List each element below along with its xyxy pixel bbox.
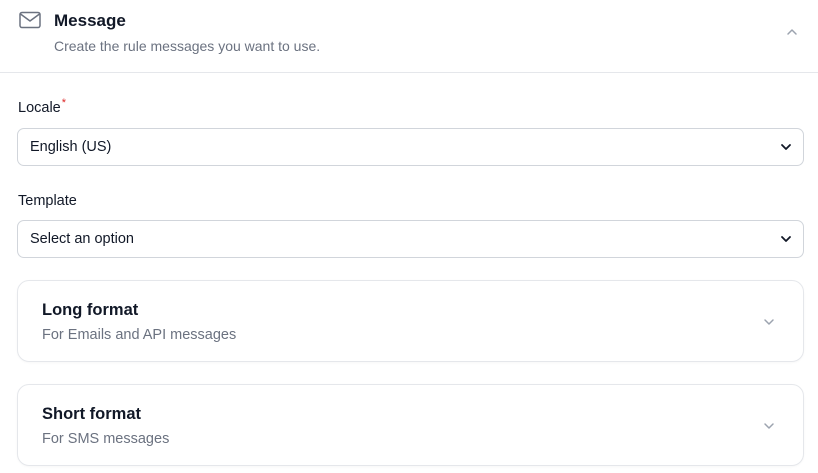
card-title: Long format xyxy=(42,301,139,319)
locale-label: Locale* xyxy=(18,97,67,116)
section-title: Message xyxy=(54,11,126,30)
chevron-down-icon[interactable] xyxy=(762,419,776,433)
locale-select-value: English (US) xyxy=(30,139,112,155)
chevron-down-icon xyxy=(779,232,793,246)
message-settings-page: Message Create the rule messages you wan… xyxy=(0,0,818,473)
chevron-down-icon[interactable] xyxy=(762,315,776,329)
short-format-card[interactable]: Short format For SMS messages xyxy=(17,384,804,466)
card-title: Short format xyxy=(42,405,141,423)
chevron-up-icon[interactable] xyxy=(784,24,800,40)
long-format-card[interactable]: Long format For Emails and API messages xyxy=(17,280,804,362)
template-label: Template xyxy=(18,193,77,209)
locale-label-text: Locale xyxy=(18,100,61,116)
message-section-header: Message Create the rule messages you wan… xyxy=(0,0,818,73)
template-select-value: Select an option xyxy=(30,231,134,247)
envelope-icon xyxy=(19,11,41,29)
required-mark: * xyxy=(61,97,67,109)
template-select[interactable]: Select an option xyxy=(17,220,804,258)
card-description: For SMS messages xyxy=(42,431,170,447)
locale-select[interactable]: English (US) xyxy=(17,128,804,166)
card-description: For Emails and API messages xyxy=(42,327,237,343)
chevron-down-icon xyxy=(779,140,793,154)
section-description: Create the rule messages you want to use… xyxy=(54,38,321,54)
